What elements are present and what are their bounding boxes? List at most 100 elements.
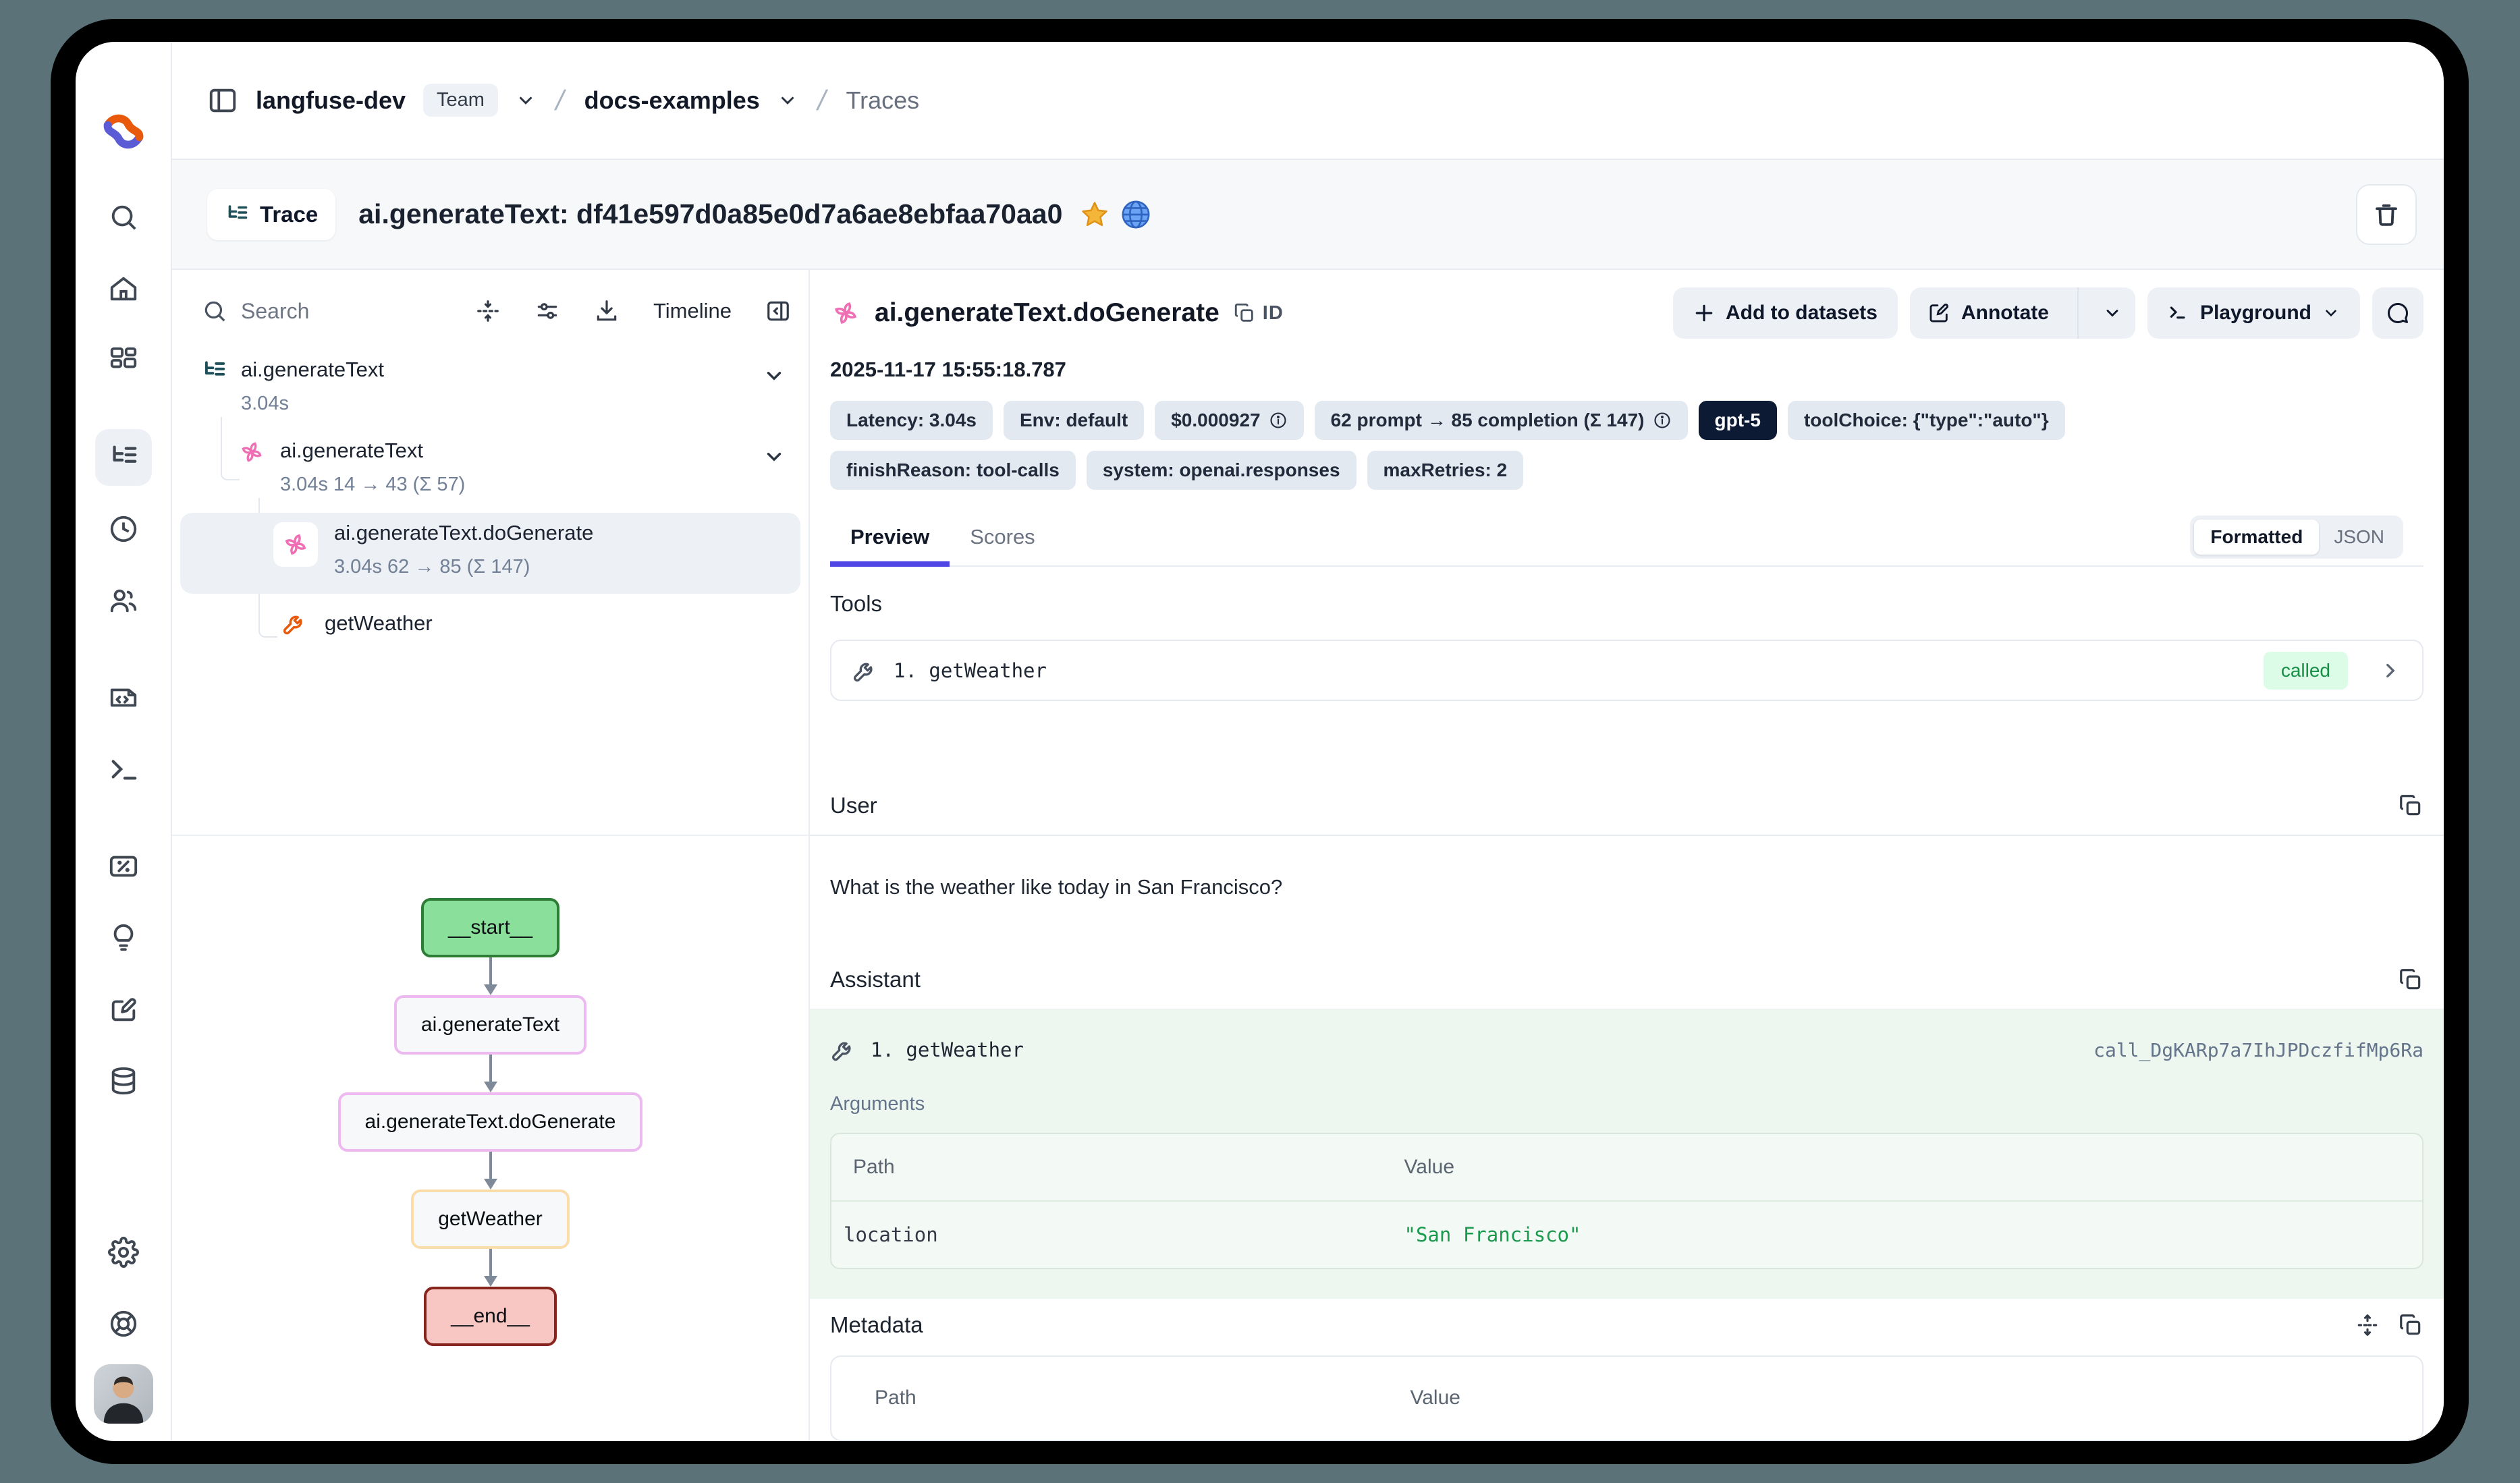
- tool-call-panel: 1. getWeather call_DgKARp7a7IhJPDczfifMp…: [810, 1009, 2444, 1299]
- graph-node-start[interactable]: __start__: [421, 898, 559, 957]
- tab-preview[interactable]: Preview: [830, 525, 950, 565]
- tree-toolbar: Search Timeline: [172, 282, 809, 340]
- info-icon: [1653, 411, 1672, 430]
- home-icon[interactable]: [95, 260, 152, 317]
- user-avatar[interactable]: [94, 1364, 153, 1424]
- collapse-all-icon[interactable]: [475, 298, 501, 324]
- trace-tree-icon: [225, 202, 249, 227]
- badge-row-2: finishReason: tool-calls system: openai.…: [830, 451, 2423, 490]
- toolchoice-badge: toolChoice: {"type":"auto"}: [1788, 401, 2065, 440]
- nav-rail: [76, 42, 172, 1441]
- detail-tabs: Preview Scores Formatted JSON: [830, 515, 2423, 567]
- project-plan-badge: Team: [423, 84, 498, 117]
- annotation-icon[interactable]: [95, 981, 152, 1038]
- datasets-database-icon[interactable]: [95, 1053, 152, 1109]
- chevron-down-icon[interactable]: [777, 90, 798, 111]
- evals-lightbulb-icon[interactable]: [95, 910, 152, 966]
- bookmark-star-icon[interactable]: [1080, 200, 1110, 229]
- users-icon[interactable]: [95, 572, 152, 629]
- chevron-down-icon[interactable]: [763, 445, 786, 468]
- tool-call-id: call_DgKARp7a7IhJPDczfifMp6Ra: [2093, 1039, 2423, 1061]
- graph-edge-arrow: [484, 1249, 497, 1287]
- tree-node-meta: 3.04s: [241, 393, 289, 415]
- annotate-button[interactable]: Annotate: [1910, 287, 2066, 339]
- tool-wrench-icon: [830, 1036, 857, 1063]
- json-toggle[interactable]: JSON: [2319, 520, 2399, 555]
- annotate-split-button[interactable]: Annotate: [1910, 287, 2135, 339]
- tree-node-label[interactable]: getWeather: [325, 611, 433, 636]
- collapse-panel-icon[interactable]: [765, 298, 791, 324]
- arguments-label: Arguments: [830, 1093, 2423, 1115]
- formatted-toggle[interactable]: Formatted: [2194, 520, 2319, 555]
- scores-icon[interactable]: [95, 838, 152, 895]
- breadcrumb-page[interactable]: Traces: [846, 86, 919, 115]
- breadcrumb-project[interactable]: langfuse-dev: [256, 86, 406, 115]
- graph-edge-arrow: [484, 1055, 497, 1092]
- assistant-section-heading: Assistant: [810, 967, 2444, 992]
- search-icon[interactable]: [95, 189, 152, 246]
- id-label: ID: [1263, 302, 1284, 325]
- delete-trace-button[interactable]: [2356, 184, 2417, 245]
- edit-pencil-icon: [1927, 302, 1950, 325]
- copy-id-button[interactable]: ID: [1233, 302, 1284, 325]
- chevron-down-icon[interactable]: [516, 90, 536, 111]
- copy-icon[interactable]: [2398, 1312, 2423, 1338]
- tree-node-meta: 3.04s 14 → 43 (Σ 57): [280, 474, 465, 496]
- terminal-icon: [2168, 302, 2189, 324]
- view-mode-toggle: Formatted JSON: [2190, 515, 2403, 559]
- timeline-toggle[interactable]: Timeline: [653, 299, 732, 323]
- playground-button[interactable]: Playground: [2147, 287, 2360, 339]
- tokens-badge[interactable]: 62 prompt → 85 completion (Σ 147): [1315, 401, 1688, 440]
- sidebar-toggle-icon[interactable]: [207, 85, 238, 116]
- tool-definition-row[interactable]: 1. getWeather called: [830, 640, 2423, 701]
- download-icon[interactable]: [594, 298, 620, 324]
- add-to-datasets-button[interactable]: Add to datasets: [1673, 287, 1898, 339]
- content-split: Search Timeline ai.ge: [172, 270, 2444, 1441]
- filter-settings-icon[interactable]: [535, 298, 560, 324]
- plus-icon: [1693, 302, 1715, 324]
- latency-badge: Latency: 3.04s: [830, 401, 993, 440]
- graph-node-dogenerate[interactable]: ai.generateText.doGenerate: [338, 1092, 643, 1152]
- argument-value: "San Francisco": [1404, 1223, 2422, 1246]
- dashboard-icon[interactable]: [95, 332, 152, 389]
- search-input[interactable]: Search: [241, 299, 309, 324]
- agent-graph: __start__ ai.generateText ai.generateTex…: [172, 836, 809, 1441]
- button-divider: [2077, 287, 2079, 339]
- graph-node-generatetext[interactable]: ai.generateText: [394, 995, 586, 1055]
- observation-timestamp: 2025-11-17 15:55:18.787: [830, 358, 2423, 382]
- trace-header-bar: Trace ai.generateText: df41e597d0a85e0d7…: [172, 160, 2444, 270]
- copy-icon[interactable]: [2398, 793, 2423, 818]
- model-badge[interactable]: gpt-5: [1699, 401, 1777, 440]
- support-lifebuoy-icon[interactable]: [95, 1295, 152, 1352]
- app-window: langfuse-dev Team / docs-examples / Trac…: [76, 42, 2444, 1441]
- tools-section-heading: Tools: [810, 591, 2444, 617]
- generation-span-icon: [830, 298, 861, 329]
- cost-badge[interactable]: $0.000927: [1155, 401, 1303, 440]
- public-globe-icon[interactable]: [1120, 199, 1151, 230]
- prompts-file-icon[interactable]: [95, 669, 152, 726]
- annotate-dropdown-button[interactable]: [2089, 287, 2135, 339]
- comments-button[interactable]: [2372, 287, 2423, 339]
- tree-node-label[interactable]: ai.generateText: [280, 439, 423, 463]
- app-frame: langfuse-dev Team / docs-examples / Trac…: [51, 19, 2469, 1464]
- playground-terminal-icon[interactable]: [95, 741, 152, 798]
- system-badge: system: openai.responses: [1087, 451, 1357, 490]
- graph-node-end[interactable]: __end__: [424, 1287, 557, 1346]
- tab-scores[interactable]: Scores: [950, 525, 1055, 565]
- chevron-down-icon[interactable]: [763, 364, 786, 387]
- column-value: Value: [1404, 1156, 2422, 1179]
- metadata-table: Path Value: [830, 1355, 2423, 1441]
- tool-called-badge: called: [2264, 652, 2348, 690]
- graph-node-getweather[interactable]: getWeather: [411, 1190, 570, 1249]
- copy-icon[interactable]: [2398, 967, 2423, 992]
- breadcrumb-environment[interactable]: docs-examples: [584, 86, 760, 115]
- expand-vertical-icon[interactable]: [2355, 1312, 2380, 1338]
- search-icon[interactable]: [202, 298, 227, 324]
- finishreason-badge: finishReason: tool-calls: [830, 451, 1076, 490]
- chevron-right-icon[interactable]: [2379, 659, 2402, 682]
- sessions-clock-icon[interactable]: [95, 501, 152, 557]
- tree-node-label[interactable]: ai.generateText.doGenerate: [334, 521, 593, 545]
- settings-gear-icon[interactable]: [95, 1224, 152, 1281]
- tracing-icon[interactable]: [95, 429, 152, 486]
- tree-node-label[interactable]: ai.generateText: [241, 358, 384, 382]
